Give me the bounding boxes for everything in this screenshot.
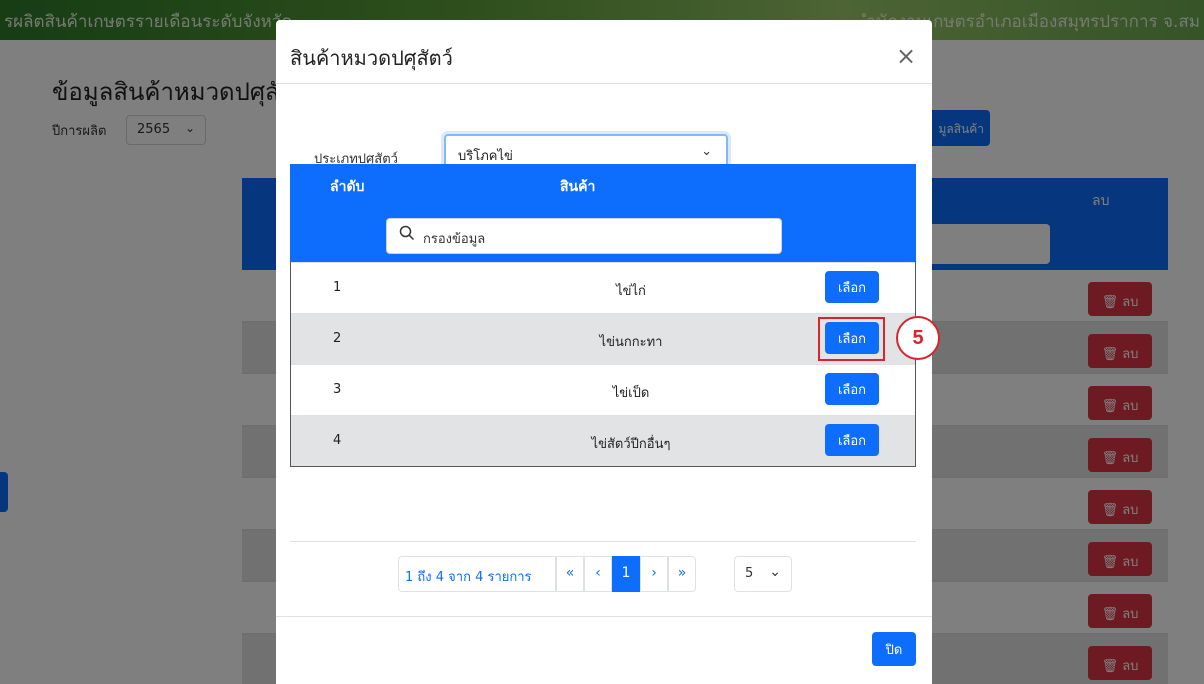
col-no: ลำดับ: [330, 179, 365, 195]
row-product: ไข่เป็ด: [612, 386, 650, 401]
row-no: 3: [333, 382, 342, 397]
search-icon: [399, 225, 415, 241]
modal-header: สินค้าหมวดปศุสัตว์ ×: [276, 20, 932, 84]
table-row: 1 ไข่ไก่ เลือก: [291, 262, 915, 313]
table-row: 4 ไข่สัตว์ปีกอื่นๆ เลือก: [291, 415, 915, 466]
page-size-select[interactable]: 5 ⌄: [734, 556, 792, 592]
last-page-button[interactable]: »: [668, 556, 696, 592]
product-modal: สินค้าหมวดปศุสัตว์ × ประเภทปศุสัตว์ บริโ…: [276, 20, 940, 684]
pager-divider: [290, 541, 916, 542]
close-icon[interactable]: ×: [896, 44, 916, 68]
page-size-value: 5: [745, 566, 754, 581]
chevron-down-icon: ⌄: [769, 564, 781, 580]
table-filter-row: กรองข้อมูล: [290, 206, 916, 262]
table-row: 2 ไข่นกกะทา เลือก 5: [291, 313, 940, 364]
pagination-info: 1 ถึง 4 จาก 4 รายการ: [398, 556, 556, 592]
chevron-down-icon: ⌄: [701, 144, 712, 159]
livestock-type-value: บริโภคไข่: [458, 149, 513, 164]
row-product: ไข่สัตว์ปีกอื่นๆ: [591, 437, 671, 452]
filter-placeholder: กรองข้อมูล: [423, 232, 486, 247]
select-button[interactable]: เลือก: [825, 373, 879, 405]
row-product: ไข่นกกะทา: [599, 335, 663, 350]
row-no: 1: [333, 280, 342, 295]
row-product: ไข่ไก่: [616, 284, 646, 299]
modal-title: สินค้าหมวดปศุสัตว์: [290, 46, 453, 70]
col-product: สินค้า: [560, 179, 596, 195]
first-page-button[interactable]: «: [556, 556, 584, 592]
select-button[interactable]: เลือก: [825, 271, 879, 303]
step-marker: 5: [896, 316, 940, 360]
page-1-button[interactable]: 1: [612, 556, 640, 592]
table-header: ลำดับ สินค้า: [290, 164, 916, 206]
next-page-button[interactable]: ›: [640, 556, 668, 592]
table-body: 1 ไข่ไก่ เลือก 2 ไข่นกกะทา เลือก 5 3 ไข่…: [290, 262, 940, 467]
row-no: 4: [333, 433, 342, 448]
row-no: 2: [333, 331, 342, 346]
modal-footer-divider: [276, 616, 932, 617]
select-button[interactable]: เลือก: [825, 322, 879, 354]
close-button[interactable]: ปิด: [872, 632, 916, 666]
prev-page-button[interactable]: ‹: [584, 556, 612, 592]
table-row: 3 ไข่เป็ด เลือก: [291, 364, 915, 415]
filter-input[interactable]: กรองข้อมูล: [386, 218, 782, 254]
select-button[interactable]: เลือก: [825, 424, 879, 456]
